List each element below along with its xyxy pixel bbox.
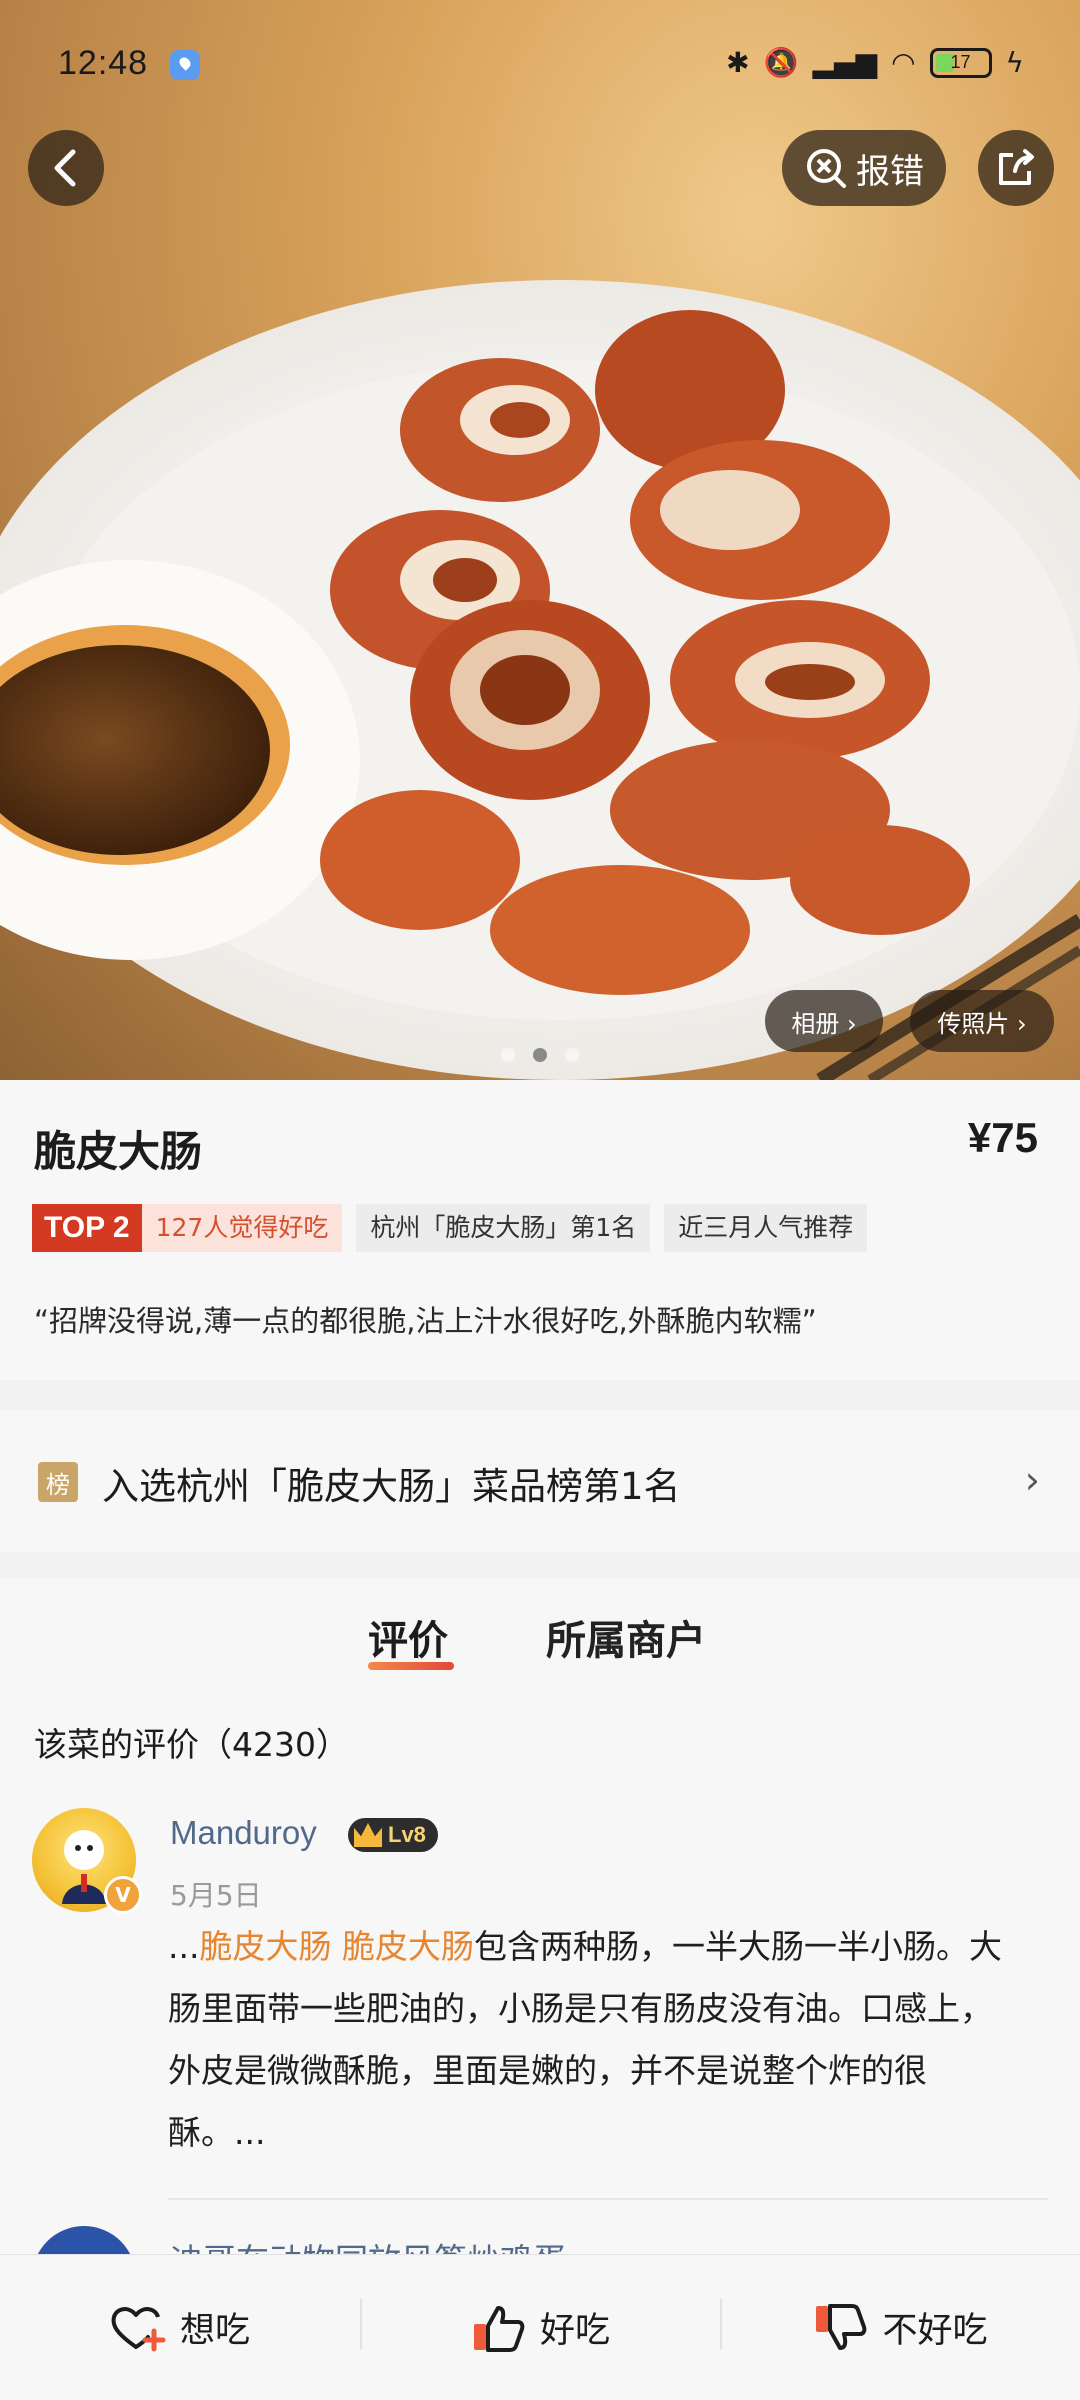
ranking-text: 入选杭州「脆皮大肠」菜品榜第1名: [102, 1465, 681, 1508]
chevron-right-icon: ›: [1024, 1458, 1040, 1502]
tab-merchant[interactable]: 所属商户: [546, 1608, 706, 1666]
album-button[interactable]: 相册 ›: [765, 990, 883, 1052]
level-badge: Lv8: [348, 1818, 438, 1852]
tasty-button[interactable]: 好吃: [360, 2255, 720, 2400]
review-count: 该菜的评价（4230）: [34, 1725, 349, 1764]
city-rank-tag: 杭州「脆皮大肠」第1名: [356, 1204, 651, 1252]
thumbs-down-icon: [816, 2303, 867, 2350]
heart-plus-icon: [111, 2306, 166, 2351]
share-icon: [999, 149, 1034, 185]
carousel-dot[interactable]: [565, 1048, 579, 1062]
share-button[interactable]: [978, 130, 1054, 206]
dish-mention-link[interactable]: 脆皮大肠 脆皮大肠: [199, 1927, 474, 1966]
verified-badge: V: [104, 1876, 142, 1914]
top-rank-badge: TOP 2 127人觉得好吃: [32, 1204, 343, 1252]
carousel-indicator: [0, 1048, 1080, 1062]
status-icons: ✱ 🔕 ▂▄▆ ◠ 17 ϟ: [726, 46, 1024, 79]
charging-icon: ϟ: [1005, 46, 1024, 79]
review-date: 5月5日: [170, 1879, 262, 1912]
upload-photo-button[interactable]: 传照片 ›: [910, 990, 1054, 1052]
dish-title: 脆皮大肠: [34, 1127, 203, 1176]
wifi-icon: ◠: [891, 46, 916, 79]
not-tasty-button[interactable]: 不好吃: [720, 2255, 1080, 2400]
mute-icon: 🔕: [763, 46, 799, 79]
carousel-dot[interactable]: [501, 1048, 515, 1062]
featured-quote: “招牌没得说,薄一点的都很脆,沾上汁水很好吃,外酥脆内软糯”: [34, 1304, 817, 1338]
carousel-dot[interactable]: [533, 1048, 547, 1062]
status-bar: 12:48 ✱ 🔕 ▂▄▆ ◠ 17 ϟ: [0, 0, 1080, 130]
review-text-prefix: ...: [168, 1927, 200, 1966]
bottom-action-bar: 想吃 好吃 不好吃: [0, 2254, 1080, 2400]
battery-icon: 17: [929, 47, 992, 78]
dish-tags: TOP 2 127人觉得好吃 杭州「脆皮大肠」第1名 近三月人气推荐: [32, 1204, 868, 1252]
ranking-row[interactable]: 榜 入选杭州「脆皮大肠」菜品榜第1名 ›: [0, 1410, 1080, 1552]
status-time: 12:48: [58, 44, 149, 82]
crown-icon: [354, 1823, 382, 1847]
report-error-label: 报错: [856, 151, 924, 192]
reviewer-name[interactable]: Manduroy: [170, 1814, 317, 1852]
dish-price: ¥75: [967, 1114, 1038, 1161]
tasty-label: 好吃: [539, 2311, 610, 2351]
chevron-left-icon: [54, 149, 76, 187]
battery-level: 17: [950, 52, 971, 72]
thumbs-up-icon: [473, 2305, 525, 2352]
top-rank-label: TOP 2: [32, 1204, 142, 1252]
ranking-icon: 榜: [38, 1462, 78, 1502]
tab-reviews[interactable]: 评价: [368, 1608, 448, 1666]
popular-tag: 近三月人气推荐: [664, 1204, 868, 1252]
dish-photo-carousel[interactable]: 12:48 ✱ 🔕 ▂▄▆ ◠ 17 ϟ 报错 相册 › 传照片 ›: [0, 0, 1080, 1080]
level-label: Lv8: [388, 1822, 426, 1847]
liked-count: 127人觉得好吃: [141, 1204, 343, 1252]
want-to-eat-label: 想吃: [179, 2311, 250, 2351]
report-error-button[interactable]: 报错: [782, 130, 946, 206]
location-icon: [170, 50, 200, 80]
review-divider: [168, 2198, 1048, 2200]
back-button[interactable]: [28, 130, 104, 206]
want-to-eat-button[interactable]: 想吃: [0, 2255, 360, 2400]
report-error-icon: [807, 149, 846, 188]
signal-icon: ▂▄▆: [812, 46, 878, 79]
dish-info-card: 脆皮大肠 ¥75 TOP 2 127人觉得好吃 杭州「脆皮大肠」第1名 近三月人…: [0, 1080, 1080, 1380]
reviews-section: 评价 所属商户 该菜的评价（4230） V Manduroy Lv8 5月5日 …: [0, 1578, 1080, 2330]
review-text[interactable]: ...脆皮大肠 脆皮大肠包含两种肠，一半大肠一半小肠。大肠里面带一些肥油的，小肠…: [168, 1916, 1008, 2164]
active-tab-indicator: [368, 1662, 454, 1670]
avatar[interactable]: V: [32, 1808, 142, 1914]
bluetooth-icon: ✱: [726, 46, 750, 79]
not-tasty-label: 不好吃: [882, 2311, 988, 2351]
